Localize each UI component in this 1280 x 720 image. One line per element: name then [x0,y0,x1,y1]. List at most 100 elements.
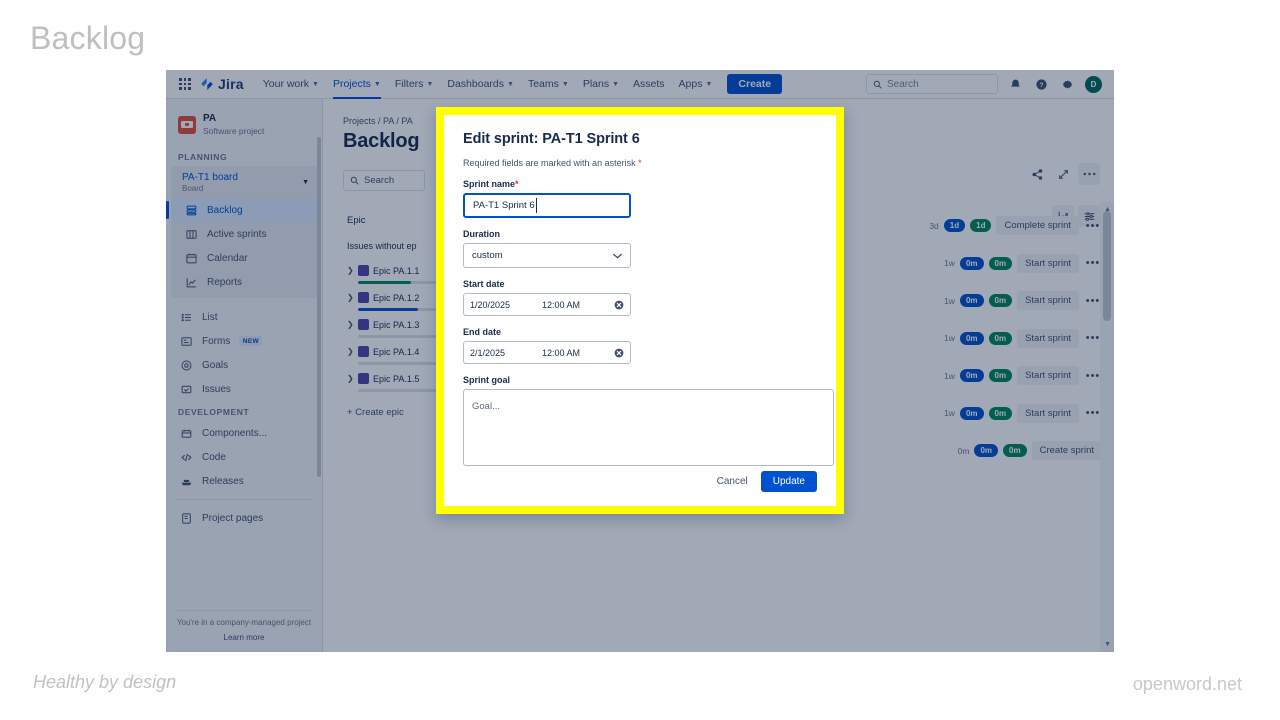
epic-color-swatch [358,319,369,330]
sidebar-scrollbar[interactable] [317,137,321,477]
epic-color-swatch [358,265,369,276]
start-sprint-button[interactable]: Start sprint [1017,328,1079,348]
sidebar-item-reports[interactable]: Reports [171,270,317,294]
epic-list-item[interactable]: ❯ Epic PA.1.3 [343,314,447,338]
chevron-down-icon: ▼ [373,80,381,88]
content-scrollbar-thumb[interactable] [1103,211,1111,321]
sprint-estimate-green: 0m [1003,444,1027,458]
sprint-goal-textarea[interactable]: Goal... [463,389,834,466]
scroll-down-arrow-icon[interactable]: ▼ [1104,641,1111,648]
sidebar-item-calendar-label: Calendar [207,252,248,264]
chevron-right-icon[interactable]: ❯ [347,266,354,275]
sidebar-project-type: Software project [203,125,265,136]
start-sprint-button[interactable]: Start sprint [1017,291,1079,311]
sidebar-item-goals[interactable]: Goals [166,353,322,377]
sidebar-item-project-pages[interactable]: Project pages [166,506,322,530]
create-epic-button[interactable]: + Create epic [343,395,447,430]
create-sprint-button[interactable]: Create sprint [1031,441,1102,461]
more-options-icon[interactable] [1078,163,1100,185]
nav-filters[interactable]: Filters ▼ [388,73,441,95]
edit-sprint-dialog-highlight: Edit sprint: PA-T1 Sprint 6 Required fie… [436,107,844,514]
list-icon [179,310,193,324]
sprint-estimate-green: 0m [988,369,1013,383]
sprint-row: 1w 0m 0m Start sprint ••• [902,245,1102,283]
backlog-search-placeholder: Search [364,175,395,186]
chevron-down-icon: ▼ [612,80,620,88]
nav-dashboards[interactable]: Dashboards ▼ [440,73,521,95]
sidebar-item-backlog[interactable]: Backlog [166,198,317,223]
sidebar-board-selector[interactable]: PA-T1 board Board ▼ [171,166,317,198]
global-search-input[interactable]: Search [866,74,998,94]
sprint-estimate-blue: 0m [959,369,984,383]
sidebar-board-sub: Board [182,184,204,194]
duration-select[interactable]: custom [463,243,631,268]
sidebar-divider [176,499,312,501]
sidebar-item-forms[interactable]: Forms NEW [166,329,322,353]
sidebar-project-header[interactable]: PA Software project [166,99,322,146]
complete-sprint-button[interactable]: Complete sprint [996,216,1079,236]
clear-end-date-icon[interactable] [613,347,624,358]
learn-more-link[interactable]: Learn more [176,633,312,642]
nav-plans[interactable]: Plans ▼ [576,73,626,95]
board-columns-icon [184,227,198,241]
expand-fullscreen-icon[interactable] [1052,163,1074,185]
sidebar-item-active-sprints[interactable]: Active sprints [171,222,317,246]
nav-apps[interactable]: Apps ▼ [672,73,720,95]
end-date-label: End date [463,327,502,337]
sprint-duration: 1w [944,258,955,269]
cancel-button[interactable]: Cancel [717,476,748,487]
epic-list-item[interactable]: ❯ Epic PA.1.5 [343,368,447,392]
sprint-estimate-blue: 0m [959,406,984,420]
edit-sprint-dialog: Edit sprint: PA-T1 Sprint 6 Required fie… [444,115,836,506]
settings-gear-icon[interactable] [1059,76,1076,93]
nav-assets[interactable]: Assets [626,73,672,95]
nav-projects[interactable]: Projects ▼ [326,73,388,99]
create-button[interactable]: Create [727,74,783,94]
start-sprint-button[interactable]: Start sprint [1017,366,1079,386]
sidebar-item-list[interactable]: List [166,305,322,329]
chevron-right-icon[interactable]: ❯ [347,293,354,302]
start-sprint-button[interactable]: Start sprint [1017,253,1079,273]
nav-teams[interactable]: Teams ▼ [521,73,576,95]
update-button[interactable]: Update [760,471,817,492]
clear-start-date-icon[interactable] [613,299,624,310]
nav-your-work[interactable]: Your work ▼ [256,73,326,95]
start-date-field[interactable]: 1/20/2025 12:00 AM [463,293,631,316]
nav-your-work-label: Your work [262,78,310,90]
share-icon[interactable] [1026,163,1048,185]
slide-footer-right: openword.net [1132,674,1242,694]
end-date-field[interactable]: 2/1/2025 12:00 AM [463,341,631,364]
sidebar-item-calendar[interactable]: Calendar [171,246,317,270]
notifications-bell-icon[interactable] [1007,76,1024,93]
chevron-right-icon[interactable]: ❯ [347,347,354,356]
help-question-icon[interactable]: ? [1033,76,1050,93]
backlog-search-input[interactable]: Search [343,170,425,191]
sidebar-item-releases[interactable]: Releases [166,469,322,493]
sidebar-item-issues[interactable]: Issues [166,377,322,401]
epic-name: Epic PA.1.5 [373,373,420,384]
sprint-goal-label: Sprint goal [463,375,510,385]
search-icon [350,176,359,185]
jira-logo-text: Jira [218,76,244,92]
nav-filters-label: Filters [394,78,424,90]
app-switcher-icon[interactable] [174,73,196,95]
jira-logo[interactable]: Jira [200,76,244,92]
sprint-estimate-green: 0m [988,294,1013,308]
epic-list-item[interactable]: ❯ Epic PA.1.1 [343,260,447,284]
slide-footer-left: Healthy by design [33,672,177,692]
epic-panel: Epic Issues without ep ❯ Epic PA.1.1 ❯ E… [343,207,447,430]
start-sprint-button[interactable]: Start sprint [1017,403,1079,423]
sprint-duration: 0m [957,445,970,456]
sidebar-item-code[interactable]: Code [166,445,322,469]
chevron-down-icon [613,253,622,258]
sidebar-project-name: PA [203,113,217,124]
epic-list-item[interactable]: ❯ Epic PA.1.4 [343,341,447,365]
user-avatar[interactable]: D [1085,75,1102,93]
sprint-name-input[interactable]: PA-T1 Sprint 6 [463,193,631,218]
chevron-right-icon[interactable]: ❯ [347,320,354,329]
epic-list-item[interactable]: ❯ Epic PA.1.2 [343,287,447,311]
issues-without-epic-item[interactable]: Issues without ep [343,236,447,260]
epic-name: Epic PA.1.3 [373,319,420,330]
chevron-right-icon[interactable]: ❯ [347,374,354,383]
sidebar-item-components[interactable]: Components... [166,421,322,445]
